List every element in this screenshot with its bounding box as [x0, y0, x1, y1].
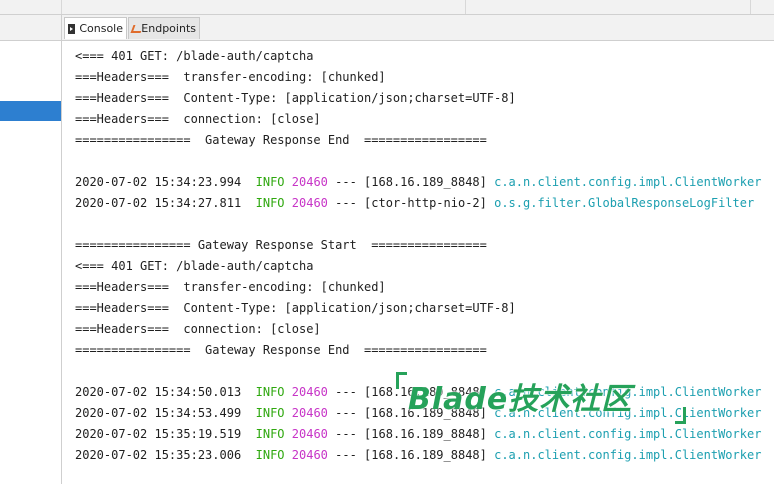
console-line: ===Headers=== connection: [close] — [75, 322, 321, 336]
tab-console[interactable]: Console — [64, 17, 127, 39]
log-logger: c.a.n.client.config.impl.ClientWorker — [494, 448, 762, 462]
log-separator: --- — [335, 175, 357, 189]
console-line: ===Headers=== transfer-encoding: [chunke… — [75, 70, 386, 84]
log-timestamp: 2020-07-02 15:34:53.499 — [75, 406, 242, 420]
log-level: INFO — [255, 196, 285, 210]
log-separator: --- — [335, 448, 357, 462]
tab-endpoints[interactable]: Endpoints — [128, 17, 200, 39]
log-thread: [168.16.189_8848] — [364, 448, 487, 462]
tab-console-label: Console — [79, 22, 123, 35]
console-line: 2020-07-02 15:34:50.013 INFO 20460 --- [… — [75, 382, 761, 403]
services-sidebar — [0, 15, 62, 484]
console-icon — [68, 23, 76, 34]
console-line: 2020-07-02 15:35:19.519 INFO 20460 --- [… — [75, 424, 761, 445]
log-thread: [168.16.189_8848] — [364, 406, 487, 420]
toolbar-divider — [465, 0, 466, 14]
log-pid: 20460 — [291, 385, 328, 399]
log-thread: [168.16.189_8848] — [364, 427, 487, 441]
log-thread: [168.16.189_8848] — [364, 175, 487, 189]
log-logger: c.a.n.client.config.impl.ClientWorker — [494, 175, 762, 189]
log-thread: [ctor-http-nio-2] — [364, 196, 487, 210]
log-pid: 20460 — [291, 175, 328, 189]
log-timestamp: 2020-07-02 15:35:23.006 — [75, 448, 242, 462]
log-level: INFO — [255, 427, 285, 441]
sidebar-selected-item[interactable] — [0, 101, 61, 121]
log-pid: 20460 — [291, 448, 328, 462]
log-separator: --- — [335, 406, 357, 420]
console-line: ===Headers=== transfer-encoding: [chunke… — [75, 280, 386, 294]
log-level: INFO — [255, 406, 285, 420]
console-line: 2020-07-02 15:34:23.994 INFO 20460 --- [… — [75, 172, 761, 193]
log-timestamp: 2020-07-02 15:34:27.811 — [75, 196, 242, 210]
console-line: <=== 401 GET: /blade-auth/captcha — [75, 49, 314, 63]
console-line: ===Headers=== Content-Type: [application… — [75, 301, 516, 315]
log-pid: 20460 — [291, 406, 328, 420]
console-line: ===Headers=== connection: [close] — [75, 112, 321, 126]
log-separator: --- — [335, 196, 357, 210]
toolbar-divider — [61, 0, 62, 14]
console-line: ================ Gateway Response Start … — [75, 238, 487, 252]
endpoints-icon — [132, 24, 137, 34]
log-timestamp: 2020-07-02 15:34:50.013 — [75, 385, 242, 399]
log-level: INFO — [255, 385, 285, 399]
console-line: ===Headers=== Content-Type: [application… — [75, 91, 516, 105]
log-level: INFO — [255, 448, 285, 462]
console-line: ================ Gateway Response End ==… — [75, 133, 487, 147]
log-timestamp: 2020-07-02 15:34:23.994 — [75, 175, 242, 189]
console-line: 2020-07-02 15:35:23.006 INFO 20460 --- [… — [75, 445, 761, 466]
log-logger: c.a.n.client.config.impl.ClientWorker — [494, 406, 762, 420]
log-separator: --- — [335, 427, 357, 441]
sidebar-header — [0, 15, 61, 41]
toolbar-divider — [750, 0, 751, 14]
log-level: INFO — [255, 175, 285, 189]
log-separator: --- — [335, 385, 357, 399]
console-line: ================ Gateway Response End ==… — [75, 343, 487, 357]
console-line: 2020-07-02 15:34:53.499 INFO 20460 --- [… — [75, 403, 761, 424]
log-pid: 20460 — [291, 196, 328, 210]
log-logger: c.a.n.client.config.impl.ClientWorker — [494, 427, 762, 441]
run-tool-tabbar: Console Endpoints — [62, 15, 774, 41]
log-timestamp: 2020-07-02 15:35:19.519 — [75, 427, 242, 441]
log-pid: 20460 — [291, 427, 328, 441]
console-output[interactable]: <=== 401 GET: /blade-auth/captcha ===Head… — [62, 41, 774, 484]
log-logger: c.a.n.client.config.impl.ClientWorker — [494, 385, 762, 399]
log-thread: [168.16.189_8848] — [364, 385, 487, 399]
top-toolbar — [0, 0, 774, 15]
log-logger: o.s.g.filter.GlobalResponseLogFilter — [494, 196, 755, 210]
console-line: <=== 401 GET: /blade-auth/captcha — [75, 259, 314, 273]
console-line: 2020-07-02 15:34:27.811 INFO 20460 --- [… — [75, 193, 754, 214]
tab-endpoints-label: Endpoints — [141, 22, 196, 35]
